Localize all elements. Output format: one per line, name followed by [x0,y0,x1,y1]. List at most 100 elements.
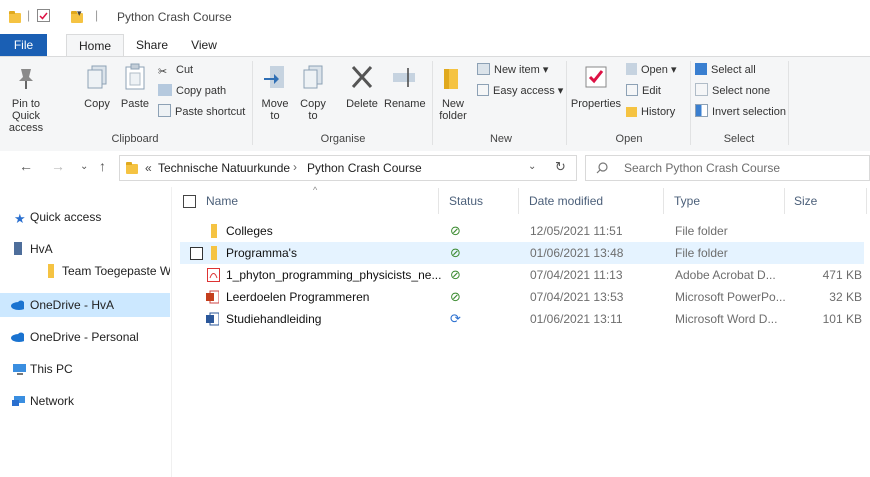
select-none-button[interactable]: Select none [695,82,770,100]
back-arrow-icon[interactable]: ← [19,158,33,174]
file-row-powerpoint[interactable]: Leerdoelen Programmeren ⊘ 07/04/2021 13:… [180,286,864,308]
delete-button[interactable]: Delete [342,57,382,110]
file-row-programmas[interactable]: Programma's ⊘ 01/06/2021 13:48 File fold… [180,242,864,264]
pin-to-quick-access-button[interactable]: Pin to Quick access [2,57,50,134]
network-icon [12,396,25,406]
move-to-button[interactable]: Move to [258,57,292,122]
file-name: Leerdoelen Programmeren [226,290,370,304]
pane-splitter[interactable] [171,187,172,477]
folder-icon [211,246,217,260]
column-type[interactable]: Type [674,194,700,208]
nav-item-onedrive-hva[interactable]: OneDrive - HvA [0,293,170,317]
invert-selection-button[interactable]: Invert selection [695,103,786,121]
cloud-icon [11,332,24,342]
nav-item-this-pc[interactable]: This PC [0,357,170,381]
address-dropdown-icon[interactable]: ⌄ [528,161,536,172]
new-folder-button[interactable]: New folder [436,57,470,122]
paste-shortcut-button[interactable]: Paste shortcut [158,103,245,121]
row-checkbox[interactable] [190,247,203,260]
select-all-button[interactable]: Select all [695,61,756,79]
file-date: 01/06/2021 13:11 [530,312,623,326]
search-box[interactable]: Search Python Crash Course [585,155,870,181]
file-size: 32 KB [829,290,862,304]
column-separator[interactable] [518,188,519,214]
nav-item-onedrive-personal[interactable]: OneDrive - Personal [0,325,170,349]
copy-button[interactable]: Copy [82,57,112,110]
scissors-icon: ✂ [158,66,168,78]
breadcrumb-technische-natuurkunde[interactable]: Technische Natuurkunde [158,161,290,175]
column-separator[interactable] [784,188,785,214]
move-to-icon [264,66,284,88]
column-size[interactable]: Size [794,194,817,208]
file-date: 07/04/2021 13:53 [530,290,624,304]
open-button[interactable]: Open ▾ [626,61,677,79]
history-button[interactable]: History [626,103,675,121]
nav-item-quick-access[interactable]: ★ Quick access [0,205,170,229]
file-name: 1_phyton_programming_physicists_ne... [226,268,442,282]
properties-button[interactable]: Properties [570,57,622,110]
address-bar[interactable]: « Technische Natuurkunde › Python Crash … [119,155,577,181]
qat-dropdown-icon[interactable]: ▾ [77,8,82,19]
group-label-new: New [489,133,512,145]
nav-label: OneDrive - Personal [30,330,139,344]
status-synced-icon: ⊘ [450,223,461,238]
cut-button[interactable]: ✂ Cut [158,61,193,79]
column-separator[interactable] [438,188,439,214]
column-separator[interactable] [663,188,664,214]
forward-arrow-icon[interactable]: → [51,158,65,174]
paste-shortcut-icon [158,104,171,117]
delete-x-icon [351,65,373,89]
copy-path-button[interactable]: Copy path [158,82,226,100]
nav-label: Network [30,394,75,408]
properties-label: Properties [570,98,622,110]
nav-item-network[interactable]: Network [0,389,170,413]
rename-label: Rename [384,98,426,110]
nav-item-team-toegepaste[interactable]: Team Toegepaste W [0,259,170,283]
refresh-icon[interactable]: ↻ [555,159,566,175]
status-syncing-icon: ⟳ [450,311,461,326]
recent-locations-chevron-icon[interactable]: ⌄ [80,161,88,172]
breadcrumb-python-crash-course[interactable]: Python Crash Course [307,161,422,175]
nav-item-hva[interactable]: HvA [0,237,170,261]
new-folder-icon [444,69,458,89]
copy-to-button[interactable]: Copy to [296,57,330,122]
select-all-checkbox[interactable] [183,195,196,208]
group-label-organise: Organise [320,133,366,145]
copy-to-icon [303,65,323,89]
rename-button[interactable]: Rename [384,57,426,110]
move-to-label: Move to [261,98,289,122]
properties-check-icon[interactable] [37,9,50,22]
cloud-icon [11,300,24,310]
up-arrow-icon[interactable]: ↑ [99,158,106,174]
new-item-button[interactable]: New item ▾ [477,61,548,79]
copy-path-label: Copy path [176,85,227,97]
file-row-pdf[interactable]: 1_phyton_programming_physicists_ne... ⊘ … [180,264,864,286]
title-bar: | ▾ | Python Crash Course [0,0,870,34]
file-row-colleges[interactable]: Colleges ⊘ 12/05/2021 11:51 File folder [180,220,864,242]
status-synced-icon: ⊘ [450,245,461,260]
column-status[interactable]: Status [449,194,483,208]
file-row-word[interactable]: Studiehandleiding ⟳ 01/06/2021 13:11 Mic… [180,308,864,330]
column-separator[interactable] [866,188,867,214]
divider: | [27,8,31,22]
properties-check-icon [585,66,607,88]
tab-view[interactable]: View [184,34,224,56]
file-name: Studiehandleiding [226,312,322,326]
navigation-row: ← → ⌄ ↑ « Technische Natuurkunde › Pytho… [0,151,870,183]
tab-file[interactable]: File [0,34,47,56]
building-icon [14,242,22,255]
column-name[interactable]: Name [206,194,238,208]
ribbon-separator [788,61,789,145]
tab-share[interactable]: Share [128,34,176,56]
easy-access-button[interactable]: Easy access ▾ [477,82,563,100]
column-date-modified[interactable]: Date modified [529,194,603,208]
breadcrumb-overflow[interactable]: « [145,161,152,175]
edit-button[interactable]: Edit [626,82,661,100]
file-type: Microsoft PowerPo... [675,290,786,304]
ribbon-separator [566,61,567,145]
powerpoint-icon [206,290,219,304]
sort-ascending-icon: ^ [313,185,318,195]
paste-button[interactable]: Paste [118,57,152,110]
tab-home[interactable]: Home [66,34,124,56]
ribbon: Pin to Quick access Copy Paste ✂ Cut Copy… [0,56,870,152]
